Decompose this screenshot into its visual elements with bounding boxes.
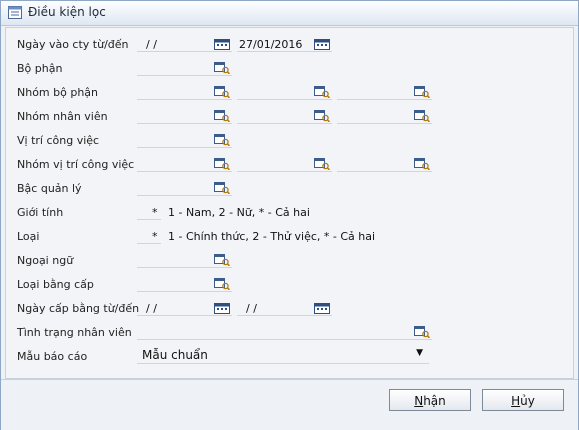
label-mau-bao-cao: Mẫu báo cáo xyxy=(17,350,88,363)
ok-button[interactable]: Nhận xyxy=(389,389,471,411)
gioi-tinh-hint: 1 - Nam, 2 - Nữ, * - Cả hai xyxy=(168,206,310,219)
lookup-icon[interactable] xyxy=(214,134,230,146)
label-vi-tri: Vị trí công việc xyxy=(17,134,100,147)
lookup-icon[interactable] xyxy=(214,110,230,122)
label-loai: Loại xyxy=(17,230,40,243)
lookup-icon[interactable] xyxy=(214,86,230,98)
chevron-down-icon[interactable]: ▼ xyxy=(416,348,423,358)
ngay-cap-to-value: / / xyxy=(246,302,257,315)
ngay-cap-from-value: / / xyxy=(146,302,157,315)
lookup-icon[interactable] xyxy=(214,158,230,170)
lookup-icon[interactable] xyxy=(314,86,330,98)
label-ngay-vao: Ngày vào cty từ/đến xyxy=(17,38,129,51)
gioi-tinh-value: * xyxy=(152,206,158,219)
label-loai-bang-cap: Loại bằng cấp xyxy=(17,278,94,291)
label-bac-quan-ly: Bậc quản lý xyxy=(17,182,82,195)
lookup-icon[interactable] xyxy=(414,326,430,338)
cancel-button-mnemonic: H xyxy=(511,394,521,408)
lookup-icon[interactable] xyxy=(214,254,230,266)
mau-bao-cao-value: Mẫu chuẩn xyxy=(142,348,208,362)
calendar-icon[interactable] xyxy=(314,303,330,314)
filter-dialog: Điều kiện lọc Ngày vào cty từ/đến / / 27… xyxy=(0,0,579,430)
loai-value: * xyxy=(152,230,158,243)
lookup-icon[interactable] xyxy=(214,62,230,74)
loai-hint: 1 - Chính thức, 2 - Thử việc, * - Cả hai xyxy=(168,230,376,243)
label-nhom-vi-tri: Nhóm vị trí công việc xyxy=(17,158,135,171)
label-bo-phan: Bộ phận xyxy=(17,62,63,75)
label-nhom-nhan-vien: Nhóm nhân viên xyxy=(17,110,108,123)
lookup-icon[interactable] xyxy=(314,110,330,122)
calendar-icon[interactable] xyxy=(314,39,330,50)
mau-bao-cao-select[interactable]: Mẫu chuẩn ▼ xyxy=(137,347,429,364)
label-nhom-bo-phan: Nhóm bộ phận xyxy=(17,86,99,99)
lookup-icon[interactable] xyxy=(214,278,230,290)
calendar-icon[interactable] xyxy=(214,39,230,50)
ngay-vao-to-value: 27/01/2016 xyxy=(239,38,303,51)
ok-button-label: hận xyxy=(423,394,446,408)
lookup-icon[interactable] xyxy=(314,158,330,170)
label-tinh-trang: Tình trạng nhân viên xyxy=(17,326,132,339)
dialog-title: Điều kiện lọc xyxy=(28,5,106,19)
ok-button-mnemonic: N xyxy=(414,394,424,408)
form-icon xyxy=(8,6,22,19)
cancel-button-label: ủy xyxy=(520,394,535,408)
lookup-icon[interactable] xyxy=(214,182,230,194)
lookup-icon[interactable] xyxy=(414,86,430,98)
tinh-trang-field[interactable] xyxy=(137,325,432,340)
label-gioi-tinh: Giới tính xyxy=(17,206,64,219)
lookup-icon[interactable] xyxy=(414,110,430,122)
label-ngay-cap-bang: Ngày cấp bằng từ/đến xyxy=(17,302,140,315)
ngay-vao-from-value: / / xyxy=(146,38,157,51)
label-ngoai-ngu: Ngoại ngữ xyxy=(17,254,74,267)
title-bar: Điều kiện lọc xyxy=(1,1,578,26)
lookup-icon[interactable] xyxy=(414,158,430,170)
cancel-button[interactable]: Hủy xyxy=(482,389,564,411)
calendar-icon[interactable] xyxy=(214,303,230,314)
